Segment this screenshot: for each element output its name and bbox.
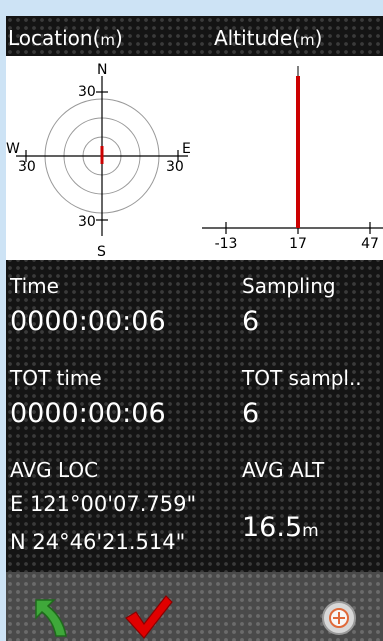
altitude-histogram-svg: -13 17 47 (202, 66, 383, 252)
avg-loc-label: AVG LOC (10, 458, 99, 482)
location-unit: m (100, 31, 116, 49)
altitude-tick-label: 47 (361, 236, 379, 252)
tot-time-label: TOT time (10, 366, 102, 390)
tick-label-top: 30 (78, 84, 96, 100)
tick-label-bottom: 30 (78, 214, 96, 230)
tick-label-left: 30 (18, 159, 36, 175)
altitude-unit: m (299, 31, 315, 49)
west-label: W (6, 141, 20, 157)
time-value: 0000:00:06 (10, 306, 166, 337)
app-panel: Location(m) Altitude(m) N S E W 30 30 30… (6, 16, 383, 641)
altitude-tick-label: 17 (289, 236, 307, 252)
sampling-label: Sampling (242, 274, 336, 298)
location-chart: N S E W 30 30 30 30 (6, 56, 202, 260)
time-label: Time (10, 274, 59, 298)
back-button[interactable] (28, 594, 74, 641)
avg-alt-unit: m (302, 521, 319, 541)
confirm-button[interactable] (124, 594, 174, 641)
back-arrow-icon (35, 599, 67, 637)
south-label: S (97, 244, 106, 260)
avg-alt-label: AVG ALT (242, 458, 325, 482)
avg-alt-display: 16.5m (242, 512, 319, 543)
east-label: E (182, 141, 191, 157)
checkmark-icon (125, 595, 173, 639)
toolbar (6, 572, 383, 641)
altitude-tick-label: -13 (215, 236, 238, 252)
avg-loc-north: N 24°46'21.514" (10, 530, 186, 554)
altitude-bar (296, 76, 300, 228)
north-label: N (97, 62, 107, 78)
location-title: Location( (8, 26, 101, 50)
location-header: Location(m) (8, 16, 123, 56)
altitude-title: Altitude( (214, 26, 300, 50)
tot-sampling-label: TOT sampl.. (242, 366, 362, 390)
tot-sampling-value: 6 (242, 398, 260, 429)
altitude-close: ) (314, 26, 323, 50)
tick-label-right: 30 (166, 159, 184, 175)
avg-alt-value: 16.5 (242, 512, 303, 543)
location-compass-svg: N S E W 30 30 30 30 (6, 62, 191, 260)
location-close: ) (115, 26, 123, 50)
target-button[interactable] (321, 600, 357, 640)
tot-time-value: 0000:00:06 (10, 398, 166, 429)
altitude-chart: -13 17 47 (202, 56, 383, 260)
target-icon (322, 601, 356, 635)
screen: Location(m) Altitude(m) N S E W 30 30 30… (0, 0, 383, 641)
altitude-header: Altitude(m) (214, 16, 322, 56)
avg-loc-east: E 121°00'07.759" (10, 492, 197, 516)
sampling-value: 6 (242, 306, 260, 337)
